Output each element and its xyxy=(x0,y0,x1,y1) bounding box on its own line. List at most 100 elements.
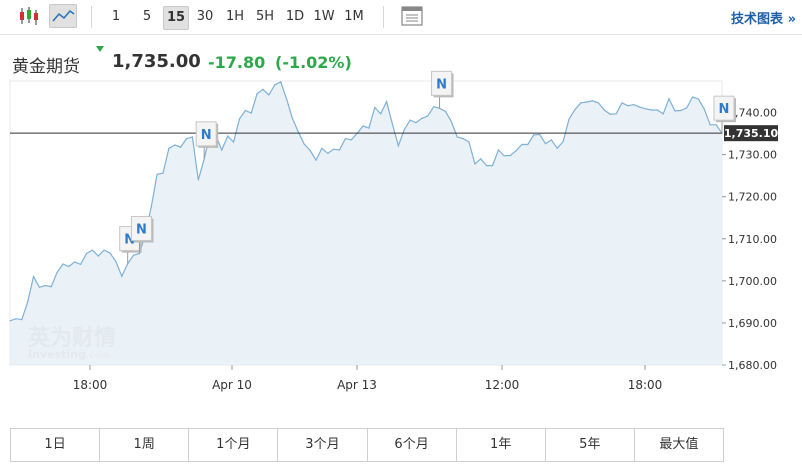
data-point xyxy=(321,147,323,149)
data-point xyxy=(456,136,458,138)
news-marker-label: N xyxy=(719,102,730,117)
data-point xyxy=(32,276,35,278)
data-point xyxy=(692,96,694,98)
data-point xyxy=(174,144,176,146)
data-point xyxy=(650,109,653,111)
data-point xyxy=(38,286,41,288)
data-point xyxy=(680,109,682,112)
range-button-2[interactable]: 1个月 xyxy=(189,429,279,461)
data-point xyxy=(656,109,658,111)
data-point xyxy=(280,81,282,83)
data-point xyxy=(403,129,405,131)
data-point xyxy=(409,119,411,121)
news-marker-label: N xyxy=(436,77,447,92)
data-point xyxy=(286,98,288,100)
data-point xyxy=(591,100,594,102)
data-point xyxy=(580,102,582,104)
data-point xyxy=(468,141,470,143)
data-point xyxy=(233,141,235,143)
data-point xyxy=(85,252,88,255)
data-point xyxy=(686,107,688,109)
price-chart[interactable]: 英为财情Investing.com1,735.101,680.001,690.0… xyxy=(0,0,802,428)
data-point xyxy=(527,143,529,146)
time-range-selector: 1日 1周 1个月 3个月 6个月 1年 5年 最大值 xyxy=(10,428,724,462)
y-tick-label: 1,720.00 xyxy=(728,191,777,204)
x-tick-label: 18:00 xyxy=(628,378,663,392)
news-marker-label: N xyxy=(136,223,147,238)
data-point xyxy=(386,101,388,103)
data-point xyxy=(44,284,46,287)
range-button-7[interactable]: 最大值 xyxy=(635,429,723,461)
data-point xyxy=(444,110,446,112)
data-point xyxy=(568,118,570,120)
data-point xyxy=(56,271,58,273)
data-point xyxy=(185,138,188,140)
data-point xyxy=(103,249,105,251)
data-point xyxy=(227,135,229,137)
data-point xyxy=(62,263,64,265)
data-point xyxy=(180,146,182,148)
data-point xyxy=(309,149,311,151)
data-point xyxy=(9,320,11,322)
data-point xyxy=(509,154,511,157)
data-point xyxy=(238,118,241,120)
data-point xyxy=(268,94,270,96)
data-point xyxy=(350,139,352,141)
x-tick-label: Apr 13 xyxy=(337,378,377,392)
data-point xyxy=(15,318,17,320)
data-point xyxy=(674,110,676,112)
data-point xyxy=(150,206,152,208)
data-point xyxy=(191,136,193,138)
data-point xyxy=(362,125,364,127)
data-point xyxy=(368,127,370,129)
data-point xyxy=(250,112,252,114)
current-price-label: 1,735.10 xyxy=(724,127,779,140)
range-button-4[interactable]: 6个月 xyxy=(368,429,457,461)
data-point xyxy=(703,108,705,110)
data-point xyxy=(221,149,223,151)
data-point xyxy=(550,139,553,141)
data-point xyxy=(421,117,423,119)
data-point xyxy=(427,115,429,117)
data-point xyxy=(621,102,623,104)
range-button-5[interactable]: 1年 xyxy=(457,429,546,461)
data-point xyxy=(121,275,123,277)
data-point xyxy=(539,133,541,135)
x-tick-label: 12:00 xyxy=(485,378,520,392)
data-point xyxy=(168,147,170,149)
y-tick-label: 1,680.00 xyxy=(728,359,777,372)
data-point xyxy=(709,124,711,126)
data-point xyxy=(462,138,464,140)
range-button-3[interactable]: 3个月 xyxy=(278,429,368,461)
data-point xyxy=(291,117,293,119)
data-point xyxy=(315,159,317,161)
news-marker-label: N xyxy=(201,128,212,143)
data-point xyxy=(68,265,70,268)
range-button-6[interactable]: 5年 xyxy=(546,429,635,461)
data-point xyxy=(639,106,641,108)
x-tick-label: 18:00 xyxy=(73,378,108,392)
data-point xyxy=(262,88,264,90)
data-point xyxy=(556,147,558,149)
data-point xyxy=(533,134,535,136)
data-point xyxy=(491,165,494,167)
data-point xyxy=(256,93,258,95)
data-point xyxy=(27,301,29,303)
data-point xyxy=(50,286,52,288)
data-point xyxy=(397,145,399,147)
data-point xyxy=(380,113,382,115)
data-point xyxy=(609,113,611,115)
range-button-1[interactable]: 1周 xyxy=(100,429,190,461)
data-point xyxy=(521,143,523,146)
data-point xyxy=(486,165,488,167)
range-button-0[interactable]: 1日 xyxy=(11,429,101,461)
data-point xyxy=(162,172,164,174)
data-point xyxy=(474,163,476,165)
y-tick-label: 1,710.00 xyxy=(728,233,777,246)
x-tick-label: Apr 10 xyxy=(212,378,252,392)
data-point xyxy=(303,143,305,145)
data-point xyxy=(244,109,246,112)
data-point xyxy=(197,179,199,181)
data-point xyxy=(338,149,341,151)
y-tick-label: 1,690.00 xyxy=(728,317,777,330)
